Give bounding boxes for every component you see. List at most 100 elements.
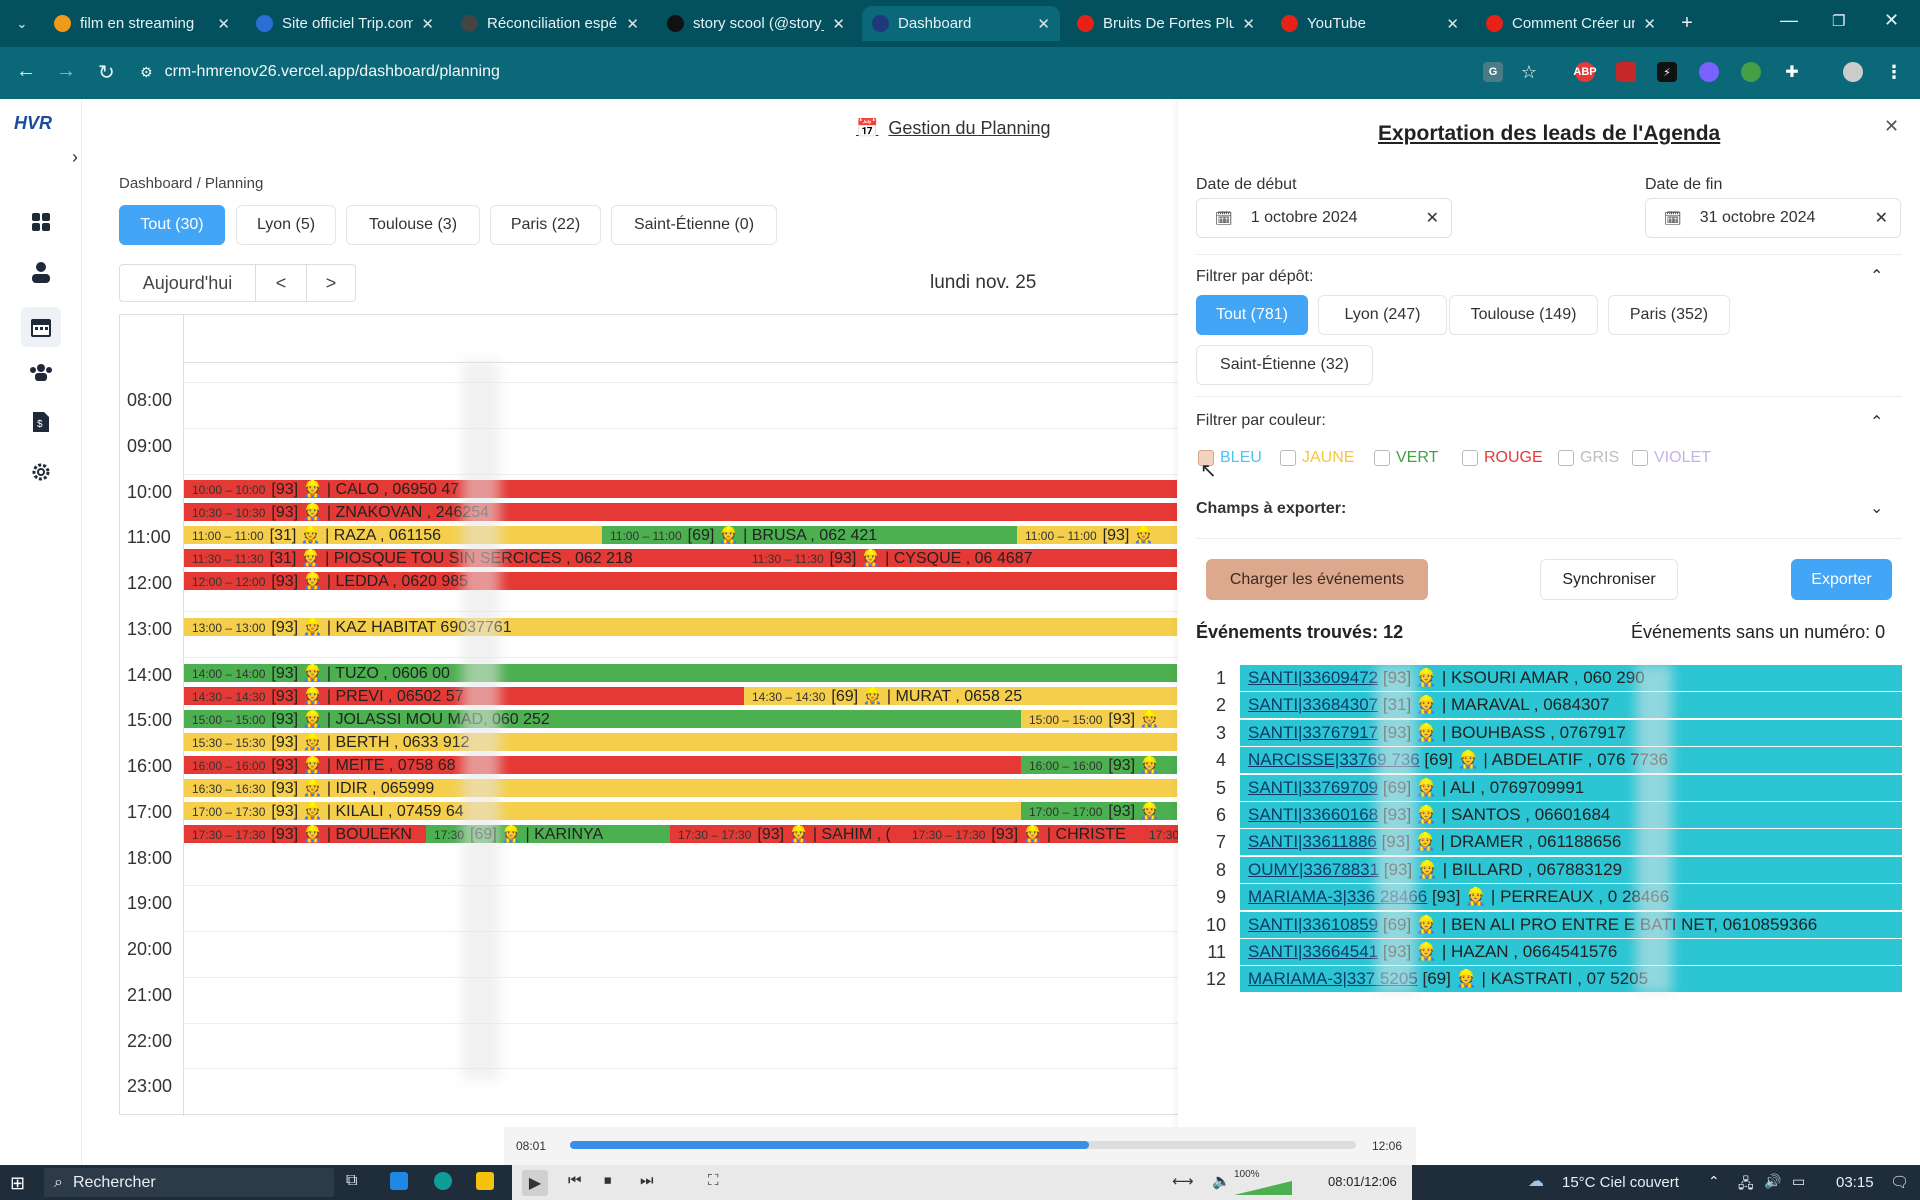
tab-close-icon[interactable]: ✕ (832, 15, 845, 33)
depot-filter-button[interactable]: Saint-Étienne (0) (611, 205, 777, 245)
calendar-event[interactable]: 17:30 – 17:30 [93] 👷 | SAHIM , ( (670, 824, 904, 843)
calendar-event[interactable]: 17:30 – 17:30 [93] 👷 | CHRISTE (904, 824, 1141, 843)
color-filter-checkbox[interactable]: JAUNE (1280, 449, 1354, 467)
checkbox-box[interactable] (1558, 450, 1574, 466)
result-link[interactable]: SANTI|33684307 (1248, 695, 1378, 714)
end-date-field[interactable]: 🗓 31 octobre 2024 ✕ (1645, 198, 1901, 238)
depot-filter-button[interactable]: Toulouse (3) (346, 205, 480, 245)
new-tab-button[interactable]: + (1672, 6, 1702, 41)
calendar-event[interactable]: 11:00 – 11:00 [31] 👷 | RAZA , 061156 (184, 525, 604, 544)
calendar-event[interactable]: 11:30 – 11:30 [93] 👷 | CYSQUE , 06 4687 (744, 548, 1177, 567)
browser-tab[interactable]: Dashboard ✕ (862, 6, 1060, 41)
taskbar-search[interactable]: ⌕ Rechercher (44, 1168, 334, 1197)
tab-close-icon[interactable]: ✕ (421, 15, 434, 33)
collapse-color-icon[interactable]: ⌃ (1870, 412, 1883, 432)
today-button[interactable]: Aujourd'hui (119, 264, 256, 302)
video-progress-track[interactable] (570, 1141, 1356, 1149)
result-link[interactable]: SANTI|33611886 (1248, 832, 1377, 851)
maximize-icon[interactable]: ❐ (1832, 12, 1845, 30)
color-filter-checkbox[interactable]: GRIS (1558, 449, 1619, 467)
checkbox-box[interactable] (1632, 450, 1648, 466)
tray-chevron-icon[interactable]: ⌃ (1708, 1173, 1720, 1190)
team-icon[interactable] (26, 357, 56, 387)
forward-icon[interactable]: → (56, 60, 76, 83)
panel-depot-button[interactable]: Lyon (247) (1318, 295, 1447, 335)
next-day-button[interactable]: > (306, 264, 356, 302)
calendar-event[interactable]: 16:00 – 16:00 [93] 👷 | MEITE , 0758 68 (184, 755, 1021, 774)
tab-close-icon[interactable]: ✕ (626, 15, 639, 33)
invoice-icon[interactable]: $ (26, 407, 56, 437)
browser-menu-icon[interactable]: ⋮ (1884, 62, 1904, 82)
result-link[interactable]: SANTI|33660168 (1248, 805, 1378, 824)
display-icon[interactable]: ▭ (1792, 1173, 1805, 1190)
play-icon[interactable]: ▶ (522, 1170, 548, 1196)
browser-tab[interactable]: story scool (@story_ ✕ (657, 6, 855, 41)
next-icon[interactable]: ⏭ (640, 1172, 654, 1189)
load-events-button[interactable]: Charger les événements (1206, 559, 1428, 600)
panel-depot-button[interactable]: Saint-Étienne (32) (1196, 345, 1373, 385)
bookmark-star-icon[interactable]: ☆ (1519, 62, 1539, 82)
start-date-field[interactable]: 🗓 1 octobre 2024 ✕ (1196, 198, 1452, 238)
reload-icon[interactable]: ↻ (98, 60, 115, 85)
tab-close-icon[interactable]: ✕ (217, 15, 230, 33)
result-link[interactable]: SANTI|33664541 (1248, 942, 1378, 961)
extension-dark-icon[interactable]: ⚡ (1657, 62, 1677, 82)
calendar-event[interactable]: 12:00 – 12:00 [93] 👷 | LEDDA , 0620 985 (184, 571, 1177, 590)
calendar-event[interactable]: 14:30 – 14:30 [69] 👷 | MURAT , 0658 25 (744, 686, 1177, 705)
calendar-event[interactable]: 15:00 – 15:00 [93] 👷 (1021, 709, 1177, 728)
app-logo[interactable]: HVR (14, 113, 52, 134)
fullscreen-icon[interactable]: ⛶ (708, 1172, 719, 1189)
extension-green-icon[interactable] (1741, 62, 1761, 82)
tab-search-button[interactable]: ⌄ (2, 6, 42, 41)
depot-filter-button[interactable]: Paris (22) (490, 205, 601, 245)
file-explorer-icon[interactable] (476, 1172, 494, 1190)
calendar-event[interactable]: 16:30 – 16:30 [93] 👷 | IDIR , 065999 (184, 778, 1177, 797)
settings-gear-icon[interactable] (26, 457, 56, 487)
color-filter-checkbox[interactable]: VIOLET (1632, 449, 1711, 467)
edge-browser-icon[interactable] (434, 1172, 452, 1190)
site-info-icon[interactable]: ⚙ (140, 64, 153, 81)
calendar-event[interactable]: 11:00 – 11:00 [69] 👷 | BRUSA , 062 421 (602, 525, 1017, 544)
calendar-event[interactable]: 16:00 – 16:00 [93] 👷 (1021, 755, 1177, 774)
volume-tray-icon[interactable]: 🔊 (1764, 1173, 1781, 1190)
result-link[interactable]: SANTI|33767917 (1248, 723, 1378, 742)
checkbox-box[interactable] (1462, 450, 1478, 466)
calendar-event[interactable]: 17:00 – 17:00 [93] 👷 (1021, 801, 1177, 820)
calendar-event[interactable]: 17:30 (1141, 824, 1179, 843)
browser-tab[interactable]: Comment Créer un ✕ (1476, 6, 1666, 41)
tab-close-icon[interactable]: ✕ (1242, 15, 1255, 33)
prev-day-button[interactable]: < (255, 264, 307, 302)
windows-start-icon[interactable]: ⊞ (10, 1173, 25, 1194)
clear-start-date-icon[interactable]: ✕ (1426, 208, 1439, 228)
checkbox-box[interactable] (1280, 450, 1296, 466)
calendar-event[interactable]: 14:00 – 14:00 [93] 👷 | TUZO , 0606 00 (184, 663, 1177, 682)
taskbar-app-icon[interactable] (390, 1172, 408, 1190)
panel-depot-button[interactable]: Toulouse (149) (1449, 295, 1598, 335)
task-view-icon[interactable]: ⧉ (346, 1172, 357, 1190)
dashboard-icon[interactable] (26, 207, 56, 237)
back-icon[interactable]: ← (16, 60, 36, 83)
close-window-icon[interactable]: ✕ (1884, 10, 1899, 31)
browser-tab[interactable]: Réconciliation espé ✕ (451, 6, 649, 41)
tab-close-icon[interactable]: ✕ (1037, 15, 1050, 33)
calendar-event[interactable]: 17:00 – 17:30 [93] 👷 | KILALI , 07459 64 (184, 801, 1021, 820)
panel-depot-button[interactable]: Tout (781) (1196, 295, 1308, 335)
result-link[interactable]: OUMY|33678831 (1248, 860, 1379, 879)
loop-icon[interactable]: ⟷ (1172, 1172, 1194, 1190)
expand-fields-icon[interactable]: ⌄ (1870, 498, 1883, 518)
user-icon[interactable] (26, 257, 56, 287)
profile-avatar[interactable] (1843, 62, 1863, 82)
checkbox-box[interactable] (1374, 450, 1390, 466)
extension-red-icon[interactable] (1616, 62, 1636, 82)
clock[interactable]: 03:15 (1836, 1174, 1874, 1191)
notifications-icon[interactable]: 🗨 (1890, 1173, 1909, 1191)
color-filter-checkbox[interactable]: VERT (1374, 449, 1438, 467)
tab-close-icon[interactable]: ✕ (1446, 15, 1459, 33)
calendar-event[interactable]: 15:00 – 15:00 [93] 👷 | JOLASSI MOU MAD, 0… (184, 709, 1021, 728)
calendar-event[interactable]: 13:00 – 13:00 [93] 👷 | KAZ HABITAT 690377… (184, 617, 1177, 636)
depot-filter-button[interactable]: Lyon (5) (236, 205, 336, 245)
extensions-puzzle-icon[interactable]: ✚ (1782, 62, 1802, 82)
result-link[interactable]: SANTI|33609472 (1248, 668, 1378, 687)
calendar-icon[interactable] (21, 307, 61, 347)
translate-icon[interactable]: G (1483, 62, 1503, 82)
